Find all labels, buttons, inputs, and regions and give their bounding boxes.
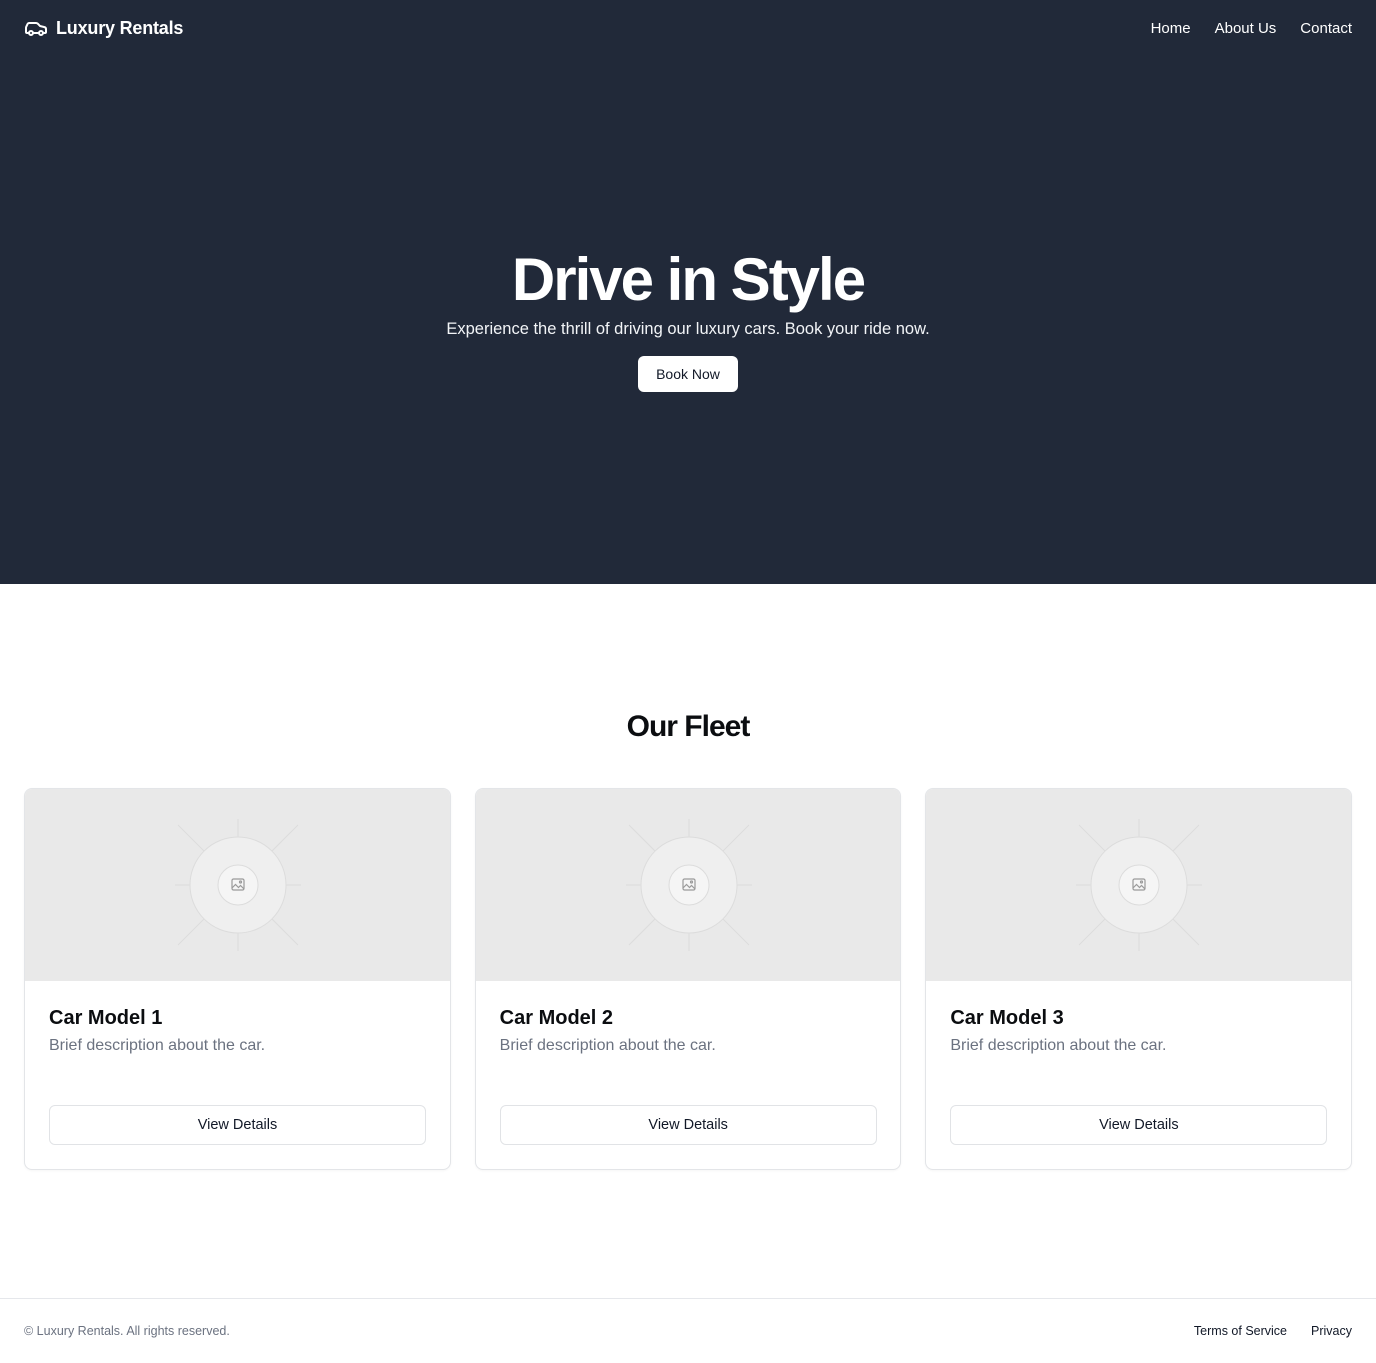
car-description: Brief description about the car. [49, 1037, 266, 1054]
car-card: Car Model 1 Brief description about the … [24, 788, 451, 1170]
car-title: Car Model 3 [950, 1007, 1064, 1029]
hero-title: Drive in Style [511, 246, 866, 313]
car-card: Car Model 2 Brief description about the … [474, 788, 902, 1170]
site-header: Luxury Rentals Home About Us Contact [0, 0, 1376, 56]
car-title: Car Model 2 [499, 1007, 614, 1029]
brand-name: Luxury Rentals [56, 17, 184, 38]
site-footer: © Luxury Rentals. All rights reserved. T… [0, 1298, 1376, 1363]
car-image-placeholder [25, 789, 450, 981]
view-details-button[interactable]: View Details [49, 1105, 426, 1145]
copyright-text: © Luxury Rentals. All rights reserved. [24, 1324, 230, 1338]
car-title: Car Model 1 [49, 1007, 163, 1029]
brand-link[interactable]: Luxury Rentals [24, 16, 183, 40]
car-icon [24, 16, 48, 40]
car-description: Brief description about the car. [499, 1037, 716, 1054]
footer-links: Terms of Service Privacy [1194, 1324, 1352, 1338]
car-description: Brief description about the car. [950, 1037, 1167, 1054]
car-image-placeholder [926, 789, 1352, 981]
nav-home[interactable]: Home [1151, 20, 1191, 37]
hero-subtitle: Experience the thrill of driving our lux… [446, 320, 930, 338]
car-card: Car Model 3 Brief description about the … [925, 788, 1353, 1170]
image-placeholder-icon [625, 819, 752, 951]
fleet-card-list: Car Model 1 Brief description about the … [24, 788, 1353, 1170]
nav-about-us[interactable]: About Us [1215, 20, 1277, 37]
fleet-title: Our Fleet [626, 710, 751, 743]
terms-of-service-link[interactable]: Terms of Service [1194, 1324, 1287, 1338]
main-nav: Home About Us Contact [1151, 20, 1352, 37]
image-placeholder-icon [175, 819, 301, 951]
view-details-button[interactable]: View Details [950, 1105, 1328, 1145]
nav-contact[interactable]: Contact [1300, 20, 1352, 37]
book-now-button[interactable]: Book Now [638, 356, 738, 392]
hero-section: Drive in Style Experience the thrill of … [0, 56, 1376, 584]
image-placeholder-icon [1076, 819, 1203, 951]
privacy-link[interactable]: Privacy [1311, 1324, 1352, 1338]
view-details-button[interactable]: View Details [499, 1105, 877, 1145]
car-image-placeholder [475, 789, 901, 981]
